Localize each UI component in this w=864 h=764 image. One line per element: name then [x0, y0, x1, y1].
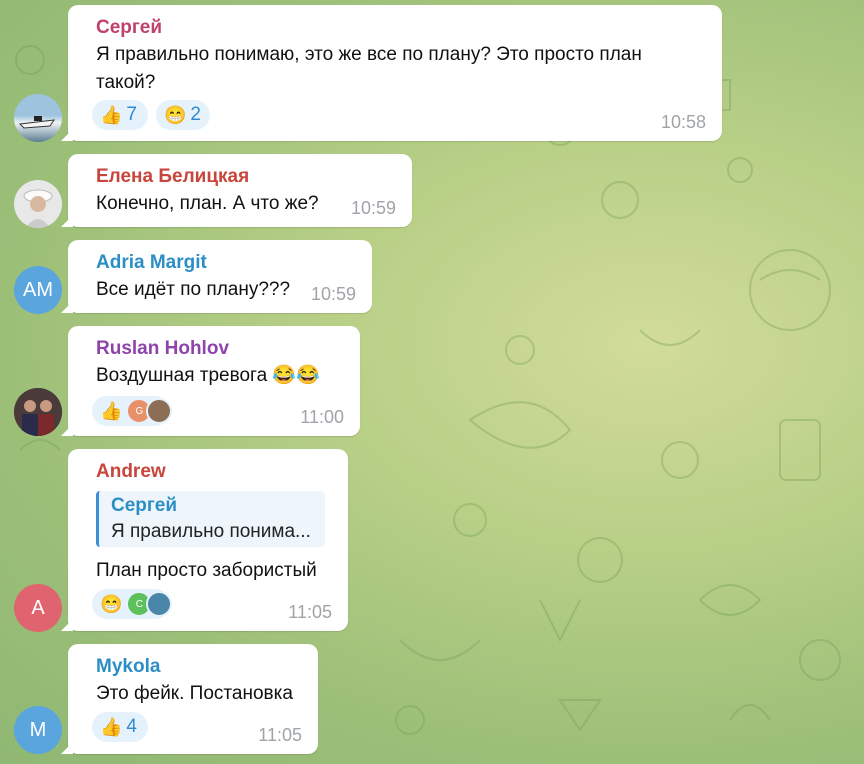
message-author[interactable]: Елена Белицкая: [96, 166, 249, 188]
message-time: 11:05: [288, 602, 332, 622]
message-text: Все идёт по плану???: [96, 279, 291, 300]
reactor-avatar: [146, 591, 173, 617]
message-bubble[interactable]: Adria Margit Все идёт по плану??? 10:59: [61, 240, 372, 313]
reply-author: Сергей: [111, 495, 178, 516]
message-bubble[interactable]: Ruslan Hohlov Воздушная тревога 😂😂 👍 G 1…: [61, 326, 360, 436]
thumbs-up-icon: 👍: [100, 717, 123, 737]
avatar-initials: AM: [23, 278, 53, 301]
message-bubble[interactable]: Andrew Сергей Я правильно понима... План…: [61, 449, 348, 631]
reaction-chip[interactable]: 😁 C: [92, 589, 173, 619]
message-time: 10:59: [310, 284, 356, 304]
reaction-chip[interactable]: 👍 G: [92, 396, 173, 426]
grinning-face-icon: 😁: [164, 105, 187, 125]
message-text: Я правильно понимаю, это же все по плану…: [96, 44, 642, 65]
boat-photo-avatar: [18, 116, 56, 129]
message-bubble[interactable]: Сергей Я правильно понимаю, это же все п…: [61, 5, 722, 141]
message-author[interactable]: Mykola: [96, 656, 160, 678]
message-time: 11:00: [300, 407, 344, 427]
reply-text: Я правильно понима...: [111, 521, 311, 542]
message-time: 10:58: [660, 112, 706, 132]
thumbs-up-icon: 👍: [100, 105, 123, 125]
reaction-count: 4: [126, 716, 137, 737]
reaction-count: 7: [126, 104, 137, 125]
message-bubble[interactable]: Mykola Это фейк. Постановка 👍 4 11:05: [61, 644, 318, 754]
avatar-initials: M: [29, 718, 47, 741]
message-text: Воздушная тревога 😂😂: [96, 365, 320, 386]
reaction-chip[interactable]: 👍 4: [92, 712, 148, 742]
woman-photo-avatar: [23, 189, 53, 228]
message-text: Конечно, план. А что же?: [96, 193, 319, 214]
avatar[interactable]: [14, 180, 62, 228]
people-photo-avatar: [14, 388, 62, 436]
message-time: 11:05: [258, 725, 302, 745]
grinning-face-icon: 😁: [100, 594, 123, 614]
reaction-chip[interactable]: 👍 7: [92, 100, 148, 130]
message-author[interactable]: Adria Margit: [96, 252, 207, 274]
avatar[interactable]: A: [14, 584, 62, 632]
message-author[interactable]: Ruslan Hohlov: [96, 338, 229, 360]
message-author[interactable]: Andrew: [96, 461, 166, 483]
message-text: Это фейк. Постановка: [96, 683, 293, 704]
message-time: 10:59: [350, 198, 396, 218]
avatar[interactable]: [14, 388, 62, 436]
message-text: План просто забористый: [96, 560, 317, 581]
reply-quote[interactable]: Сергей Я правильно понима...: [96, 491, 325, 547]
avatar[interactable]: AM: [14, 266, 62, 314]
avatar[interactable]: [14, 94, 62, 142]
message-bubble[interactable]: Елена Белицкая Конечно, план. А что же? …: [61, 154, 412, 227]
reaction-count: 2: [190, 104, 201, 125]
reaction-chip[interactable]: 😁 2: [156, 100, 210, 130]
avatar-initials: A: [31, 596, 45, 619]
thumbs-up-icon: 👍: [100, 401, 123, 421]
reactor-avatar: [146, 398, 173, 424]
message-text: такой?: [96, 72, 156, 93]
message-author[interactable]: Сергей: [96, 17, 162, 39]
avatar[interactable]: M: [14, 706, 62, 754]
